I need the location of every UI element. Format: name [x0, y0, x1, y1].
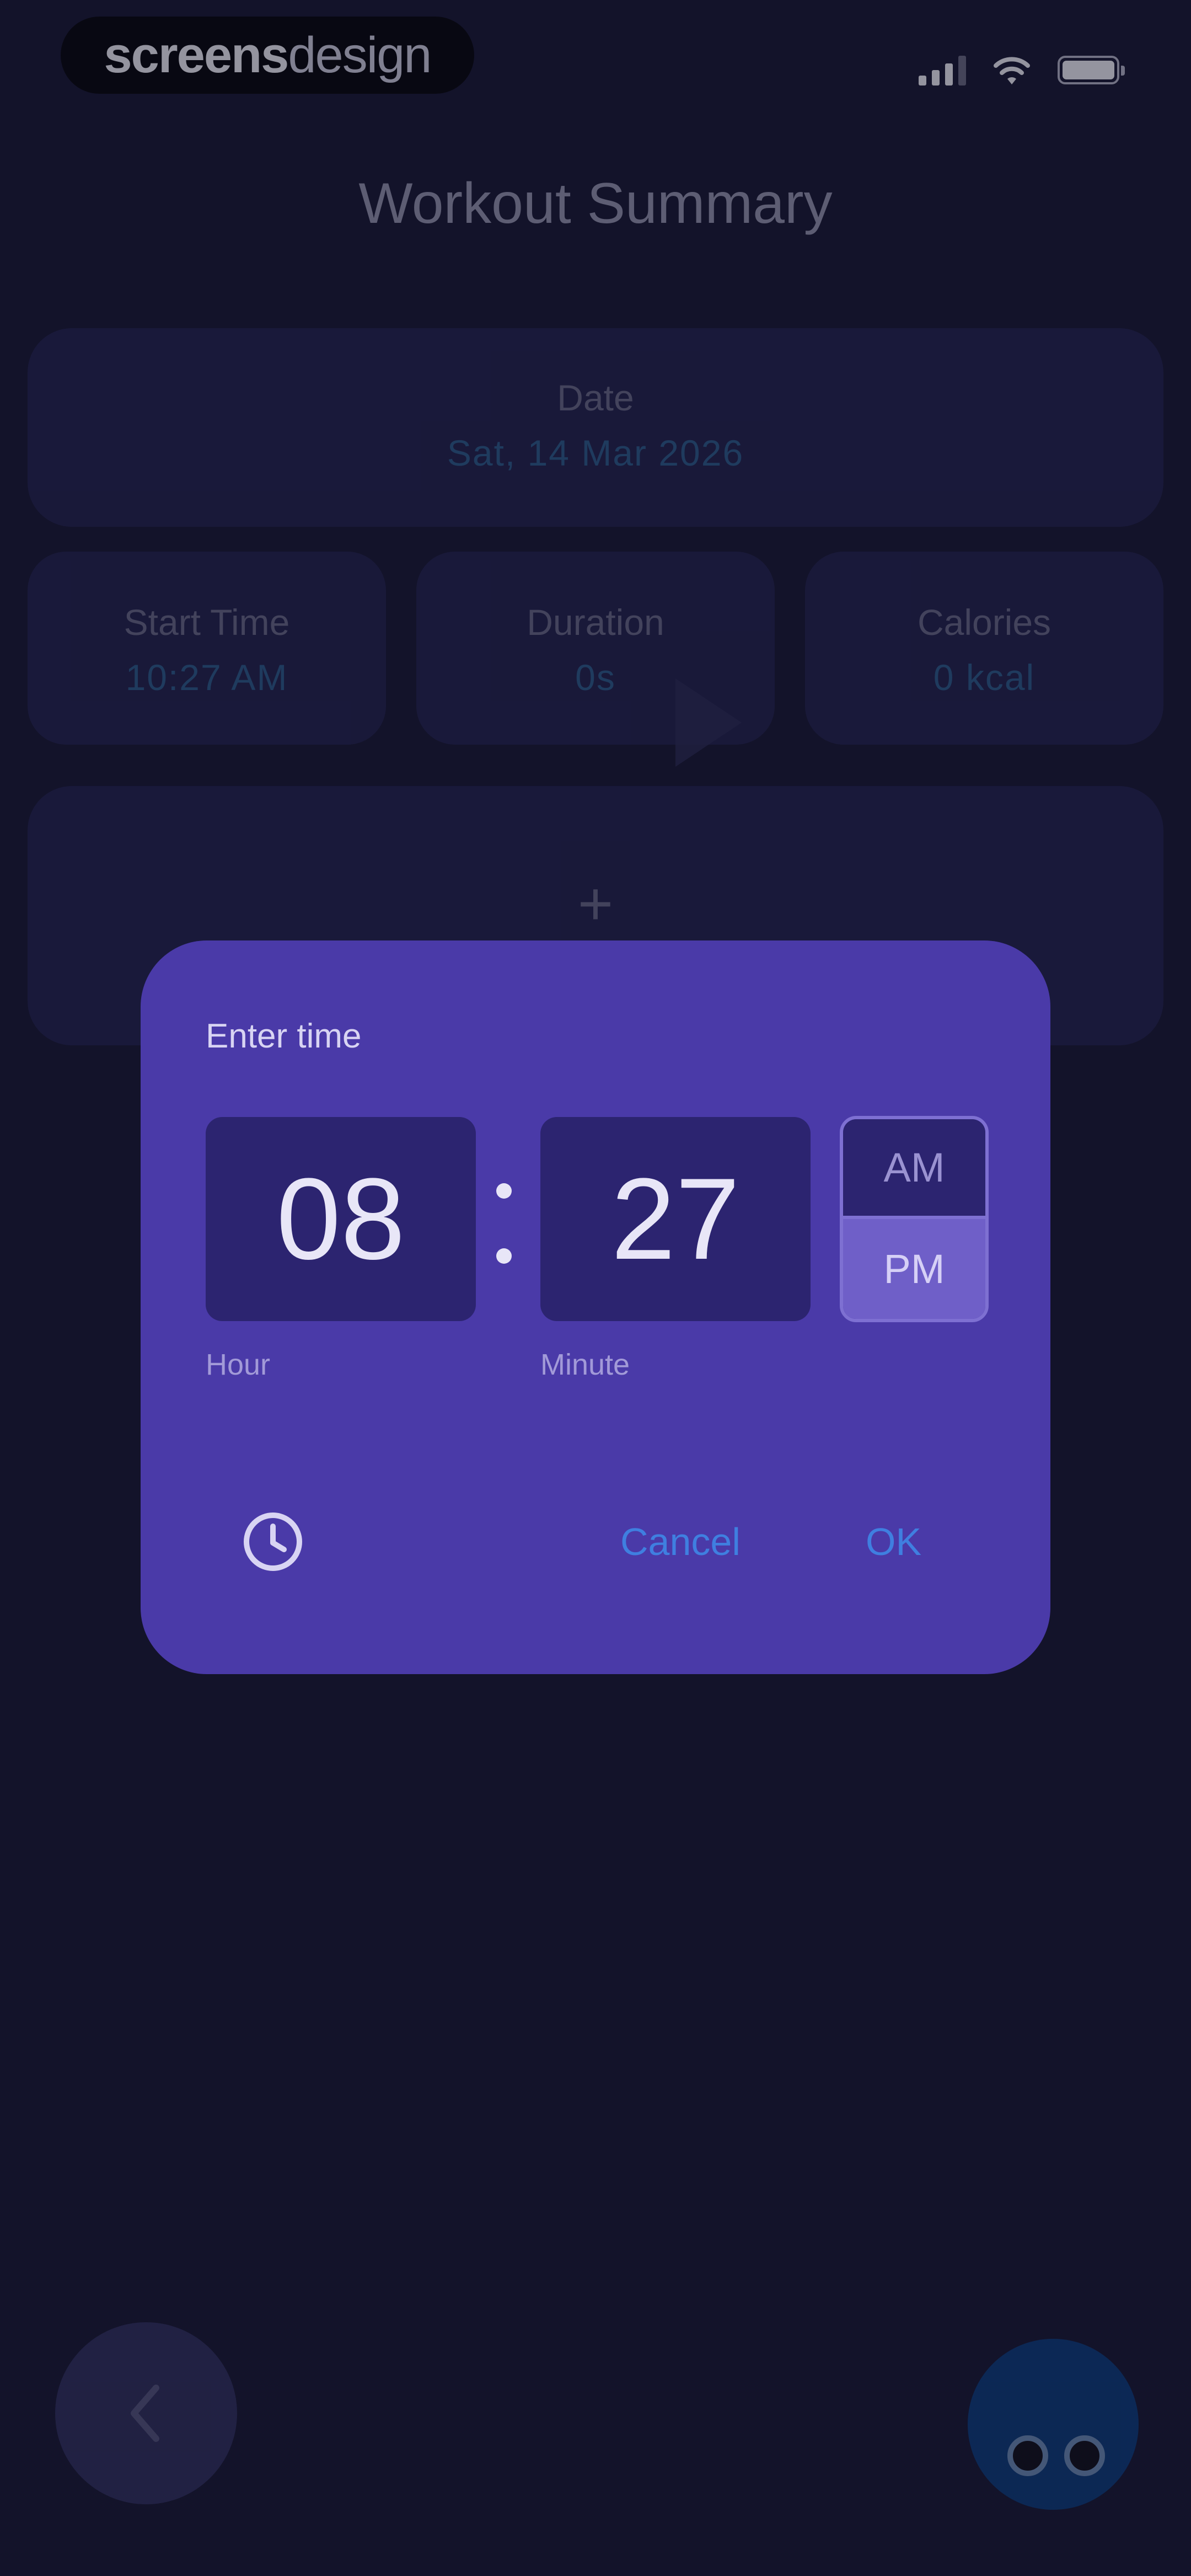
- cursor-ghost-icon: [675, 678, 742, 767]
- date-card[interactable]: Date Sat, 14 Mar 2026: [28, 328, 1163, 527]
- am-toggle-button[interactable]: AM: [843, 1119, 985, 1219]
- time-separator: [492, 1183, 514, 1294]
- brand-logo: screens design: [61, 17, 474, 94]
- minute-caption: Minute: [540, 1348, 630, 1381]
- clock-icon[interactable]: [240, 1509, 306, 1575]
- plus-icon: +: [577, 870, 614, 938]
- hour-caption: Hour: [206, 1348, 271, 1381]
- hour-input[interactable]: 08: [206, 1117, 476, 1321]
- status-bar: screens design: [0, 0, 1191, 116]
- back-button[interactable]: [55, 2322, 237, 2504]
- brand-logo-light: design: [288, 26, 432, 83]
- page-title: Workout Summary: [358, 172, 833, 236]
- assistant-button[interactable]: [968, 2339, 1139, 2510]
- duration-label: Duration: [527, 602, 664, 643]
- pm-toggle-button[interactable]: PM: [843, 1219, 985, 1319]
- dialog-title: Enter time: [206, 1017, 362, 1055]
- cancel-button[interactable]: Cancel: [620, 1520, 741, 1564]
- mascot-left-eye-icon: [1007, 2435, 1048, 2476]
- ok-button[interactable]: OK: [866, 1520, 921, 1564]
- calories-value: 0 kcal: [933, 657, 1036, 698]
- start-time-value: 10:27 AM: [125, 657, 288, 698]
- signal-icon: [919, 55, 966, 85]
- calories-card: Calories 0 kcal: [805, 552, 1163, 745]
- chevron-left-icon: [131, 2385, 159, 2442]
- wifi-icon: [993, 55, 1031, 85]
- battery-icon: [1058, 56, 1125, 84]
- minute-input[interactable]: 27: [540, 1117, 811, 1321]
- time-picker-dialog: Enter time 08 27 Hour Minute AM PM Cance…: [141, 940, 1050, 1674]
- brand-logo-bold: screens: [104, 26, 289, 83]
- mascot-right-eye-icon: [1064, 2435, 1105, 2476]
- status-icons: [919, 51, 1125, 89]
- start-time-card[interactable]: Start Time 10:27 AM: [28, 552, 386, 745]
- date-value: Sat, 14 Mar 2026: [447, 432, 744, 473]
- calories-label: Calories: [917, 602, 1051, 643]
- screen: screens design Workout Summary Date Sat,…: [0, 0, 1191, 2576]
- date-label: Date: [557, 377, 634, 418]
- period-toggle: AM PM: [840, 1116, 989, 1322]
- start-time-label: Start Time: [124, 602, 290, 643]
